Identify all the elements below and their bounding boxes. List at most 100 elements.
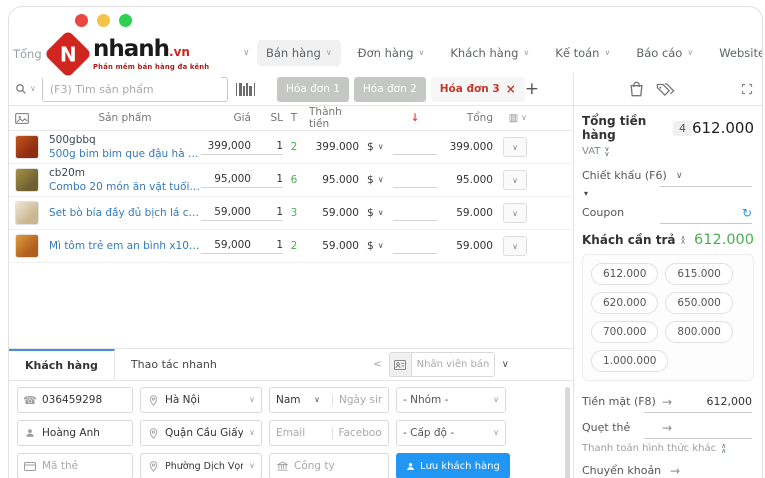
price-input[interactable]: 399,000 (201, 140, 251, 155)
barcode-scanner-icon[interactable] (236, 83, 256, 96)
form-scrollbar[interactable] (565, 387, 570, 478)
group-select[interactable]: - Nhóm - ∨ (396, 387, 506, 413)
invoice-tab-2[interactable]: Hóa đơn 2 (354, 77, 426, 102)
city-select[interactable]: Hà Nội ∨ (140, 387, 262, 413)
discount-unit-select[interactable]: $∨ (359, 141, 393, 153)
discount-type-dropdown[interactable]: ▾ (584, 189, 754, 198)
facebook-input[interactable] (339, 427, 383, 439)
quantity-input[interactable]: 1 (251, 173, 283, 188)
save-customer-button[interactable]: Lưu khách hàng (396, 453, 510, 478)
quick-amount-button[interactable]: 800.000 (665, 321, 732, 343)
card-input-underline[interactable]: → (644, 417, 752, 439)
quick-amount-button[interactable]: 620.000 (591, 292, 658, 314)
tab-thao-tac-nhanh[interactable]: Thao tác nhanh (115, 349, 233, 380)
discount-input[interactable] (393, 239, 437, 254)
row-options-button[interactable]: ∨ (503, 137, 527, 157)
quantity-input[interactable]: 1 (251, 206, 283, 221)
quick-amount-button[interactable]: 615.000 (665, 263, 732, 285)
invoice-tab-1[interactable]: Hóa đơn 1 (277, 77, 349, 102)
chevron-down-icon[interactable]: ∨ (502, 360, 509, 370)
row-options-button[interactable]: ∨ (503, 236, 527, 256)
transfer-input-underline[interactable]: → (652, 460, 752, 478)
col-header-total[interactable]: Tổng (437, 112, 493, 124)
nav-item-khach-hang[interactable]: Khách hàng∨ (441, 40, 538, 66)
window-close-button[interactable] (75, 14, 88, 27)
refresh-icon[interactable]: ↻ (742, 206, 752, 220)
price-input[interactable]: 59,000 (201, 239, 251, 254)
coupon-input-underline[interactable]: ↻ (660, 202, 752, 224)
arrow-right-icon[interactable]: → (662, 395, 672, 409)
nav-label: Bán hàng (266, 46, 321, 60)
quick-amount-button[interactable]: 700.000 (591, 321, 658, 343)
column-settings-button[interactable]: ▥∨ (509, 113, 527, 124)
line-total: 59.000 (437, 207, 493, 219)
window-zoom-button[interactable] (119, 14, 132, 27)
other-payment-toggle[interactable]: Thanh toán hình thức khác ∧∧ (582, 443, 754, 454)
invoice-tab-3[interactable]: Hóa đơn 3× (431, 77, 525, 102)
discount-input[interactable] (393, 206, 437, 221)
arrow-right-icon[interactable]: → (662, 421, 672, 435)
gender-select[interactable]: Nam ∨ (270, 394, 326, 406)
arrow-right-icon[interactable]: → (670, 464, 680, 478)
staff-input[interactable] (417, 359, 489, 370)
product-name-link[interactable]: Combo 20 món ăn vặt tuổi thơ bim bim cay… (49, 181, 201, 193)
col-header-t[interactable]: T (283, 112, 305, 124)
close-icon[interactable]: × (506, 82, 516, 96)
double-chevron-up-icon[interactable]: ∧∧ (680, 236, 685, 245)
tab-khach-hang[interactable]: Khách hàng (9, 349, 115, 380)
search-mode-select[interactable]: ∨ (15, 83, 36, 95)
birthday-input[interactable] (339, 394, 382, 406)
product-name-link[interactable]: 500g bim bim que đậu hà lan, bim bim tăm… (49, 148, 201, 160)
nav-item-bao-cao[interactable]: Báo cáo∨ (627, 40, 702, 66)
nav-item-ke-toan[interactable]: Kế toán∨ (546, 40, 619, 66)
window-minimize-button[interactable] (97, 14, 110, 27)
tags-icon[interactable] (656, 82, 675, 97)
company-input[interactable] (294, 460, 382, 472)
product-search-input[interactable] (50, 83, 220, 96)
invoice-tab-label: Hóa đơn 1 (286, 83, 340, 95)
quick-amount-button[interactable]: 1.000.000 (591, 350, 668, 372)
row-options-button[interactable]: ∨ (503, 170, 527, 190)
add-invoice-button[interactable]: + (525, 81, 539, 98)
sort-down-icon[interactable]: ↓ (411, 112, 420, 124)
discount-unit-select[interactable]: $∨ (359, 240, 393, 252)
location-pin-icon (147, 461, 159, 472)
card-input[interactable] (42, 460, 126, 472)
fullscreen-icon[interactable] (741, 83, 753, 95)
col-header-qty[interactable]: SL (251, 112, 283, 124)
row-options-button[interactable]: ∨ (503, 203, 527, 223)
product-name-link[interactable]: Set bò bía đầy đủ bịch lá cuốn loại to (49, 207, 201, 219)
district-select[interactable]: Quận Cầu Giấy ∨ (140, 420, 262, 446)
product-name-link[interactable]: Mì tôm trẻ em an bình x10 gói 20g (49, 240, 201, 252)
dollar-label: $ (367, 141, 374, 153)
quantity-input[interactable]: 1 (251, 140, 283, 155)
price-input[interactable]: 59,000 (201, 206, 251, 221)
discount-input[interactable] (393, 140, 437, 155)
discount-input-underline[interactable]: ∨ (660, 165, 752, 187)
chevron-left-icon[interactable]: < (373, 359, 381, 370)
coupon-label: Coupon (582, 206, 624, 219)
nav-item-ban-hang[interactable]: Bán hàng∨ (257, 40, 341, 66)
card-field (17, 453, 133, 478)
nav-item-website[interactable]: Website∨ (710, 40, 763, 66)
email-input[interactable] (276, 427, 320, 439)
cash-input-underline[interactable]: →612,000 (644, 391, 752, 413)
customer-name-input[interactable] (42, 427, 126, 439)
quick-amount-button[interactable]: 612.000 (591, 263, 658, 285)
shopping-bag-icon[interactable] (629, 81, 644, 97)
col-header-price[interactable]: Giá (201, 112, 251, 124)
discount-input[interactable] (393, 173, 437, 188)
phone-input[interactable] (42, 394, 126, 406)
ward-select[interactable]: Phường Dịch Vọng Hậu ∨ (140, 453, 262, 478)
price-input[interactable]: 95,000 (201, 173, 251, 188)
quick-amount-button[interactable]: 650.000 (665, 292, 732, 314)
vat-toggle[interactable]: VAT ∨∨ (582, 146, 754, 157)
discount-unit-select[interactable]: $∨ (359, 207, 393, 219)
discount-unit-select[interactable]: $∨ (359, 174, 393, 186)
nav-item-don-hang[interactable]: Đơn hàng∨ (349, 40, 434, 66)
person-icon (406, 462, 415, 471)
col-header-amount[interactable]: Thành tiền (305, 106, 359, 130)
level-select[interactable]: - Cấp độ - ∨ (396, 420, 506, 446)
col-header-product[interactable]: Sản phẩm (49, 112, 201, 124)
quantity-input[interactable]: 1 (251, 239, 283, 254)
